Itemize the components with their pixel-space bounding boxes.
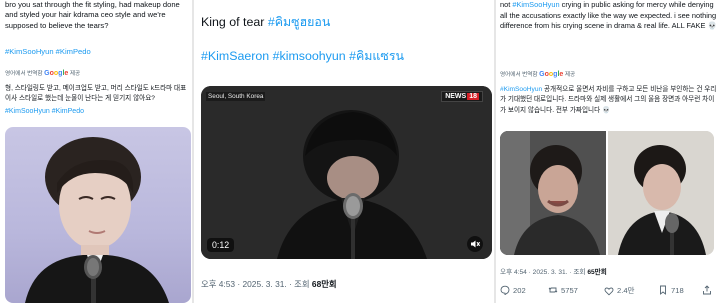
tweet-meta: 오후 4:54 · 2025. 3. 31. · 조회 65만회 bbox=[500, 266, 607, 276]
tweet-hashtags[interactable]: #KimSooHyun #KimPedo bbox=[5, 47, 91, 56]
view-count: 65만회 bbox=[587, 269, 607, 276]
translated-text: #KimSooHyun 공개적으로 울면서 자비를 구하고 모든 비난을 부인하… bbox=[500, 85, 718, 116]
mute-icon[interactable] bbox=[467, 236, 483, 252]
translation-prefix: 영어에서 번역함 bbox=[500, 72, 538, 78]
hashtag-link[interactable]: #KimSooHyun bbox=[500, 86, 542, 93]
translation-attribution[interactable]: 영어에서 번역함 Google 제공 bbox=[5, 69, 80, 77]
retweet-icon bbox=[548, 287, 558, 293]
tweet-text-before: not bbox=[500, 0, 513, 9]
like-count: 2.4만 bbox=[617, 286, 635, 295]
tweet-text: bro you sat through the fit styling, had… bbox=[5, 0, 180, 30]
tweet-image-right[interactable] bbox=[608, 131, 714, 255]
news-channel-logo: NEWS 18 bbox=[441, 91, 483, 102]
bookmark-icon bbox=[660, 285, 666, 295]
tweet-meta: 오후 4:53 · 2025. 3. 31. · 조회 68만회 bbox=[201, 278, 337, 290]
heart-icon bbox=[604, 287, 614, 295]
translation-attribution[interactable]: 영어에서 번역함 Google 제공 bbox=[500, 70, 575, 78]
google-logo: Google bbox=[44, 70, 69, 77]
tweet-hashtags[interactable]: #KimSaeron #kimsoohyun #คิมแซรน bbox=[201, 47, 404, 66]
tweet-text: King of tear #คิมซูฮยอน bbox=[201, 13, 330, 32]
share-button[interactable] bbox=[702, 285, 712, 295]
person-photo-illustration bbox=[25, 137, 169, 303]
video-frame-illustration bbox=[201, 86, 492, 259]
news-channel-number: 18 bbox=[467, 93, 479, 100]
tweet-image-left[interactable] bbox=[500, 131, 606, 255]
tweet-text: not #KimSooHyun crying in public asking … bbox=[500, 0, 718, 32]
translation-prefix: 영어에서 번역함 bbox=[5, 71, 43, 77]
tweet-panel-left: bro you sat through the fit styling, had… bbox=[0, 0, 192, 303]
share-icon bbox=[703, 285, 711, 295]
bookmark-count: 718 bbox=[671, 285, 684, 295]
google-logo: Google bbox=[539, 71, 564, 78]
bookmark-button[interactable]: 718 bbox=[658, 285, 684, 295]
translated-hashtags[interactable]: #KimSooHyun #KimPedo bbox=[5, 108, 84, 115]
translated-text: 형, 스타일링도 받고, 메이크업도 받고, 머리 스타일도 k드라마 대표이사… bbox=[5, 85, 187, 102]
tweet-text-main: King of tear bbox=[201, 15, 268, 29]
press-conference-illustration bbox=[608, 131, 714, 255]
tweet-image-grid[interactable] bbox=[500, 131, 714, 255]
tweet-action-bar: 202 5757 2.4만 718 bbox=[500, 285, 714, 299]
video-location-caption: Seoul, South Korea bbox=[206, 92, 266, 101]
reply-count: 202 bbox=[513, 285, 526, 295]
tweet-panel-right: not #KimSooHyun crying in public asking … bbox=[496, 0, 720, 303]
reply-button[interactable]: 202 bbox=[500, 285, 526, 295]
translation-suffix: 제공 bbox=[564, 72, 576, 78]
news-channel-name: NEWS bbox=[445, 93, 467, 100]
tweet-timestamp[interactable]: 오후 4:54 · 2025. 3. 31. · 조회 bbox=[500, 269, 587, 276]
translation-suffix: 제공 bbox=[69, 71, 81, 77]
video-player[interactable]: Seoul, South Korea NEWS 18 0:12 bbox=[201, 86, 492, 259]
reply-icon bbox=[500, 285, 510, 295]
speaker-muted-icon bbox=[471, 240, 481, 248]
drama-scene-illustration bbox=[500, 131, 606, 255]
hashtag-link[interactable]: #คิมซูฮยอน bbox=[268, 15, 331, 29]
view-count: 68만회 bbox=[311, 279, 337, 289]
retweet-button[interactable]: 5757 bbox=[548, 285, 578, 295]
tweet-timestamp[interactable]: 오후 4:53 · 2025. 3. 31. · 조회 bbox=[201, 279, 312, 289]
tweet-panel-middle: King of tear #คิมซูฮยอน #KimSaeron #kims… bbox=[194, 0, 494, 303]
video-duration: 0:12 bbox=[207, 238, 235, 252]
tweet-image[interactable] bbox=[5, 127, 191, 303]
hashtag-link[interactable]: #KimSooHyun bbox=[512, 0, 559, 9]
like-button[interactable]: 2.4만 bbox=[604, 285, 635, 296]
retweet-count: 5757 bbox=[561, 285, 578, 295]
